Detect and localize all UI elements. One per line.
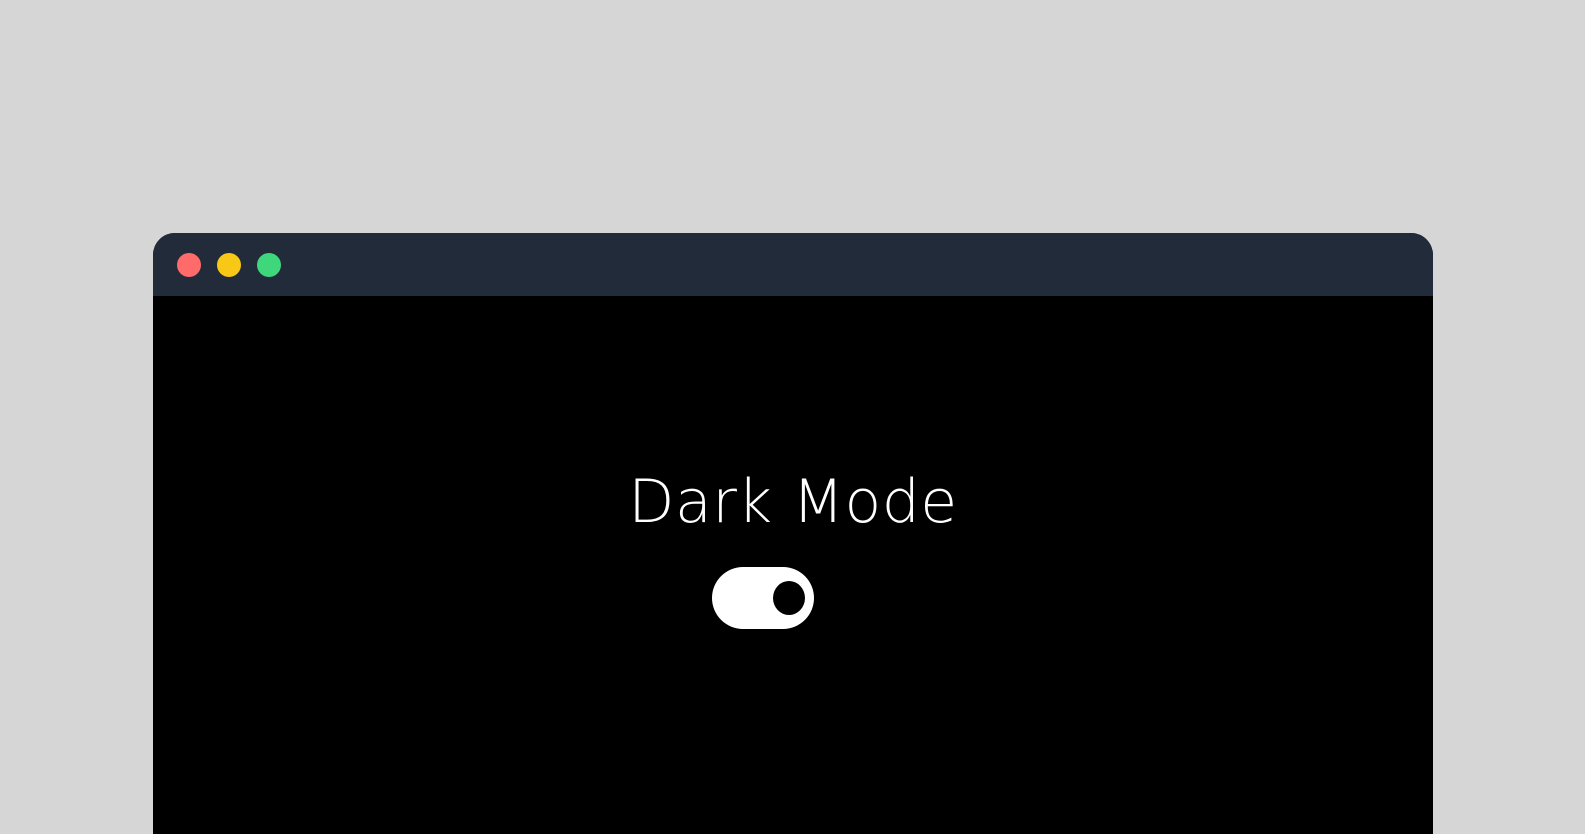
toggle-knob (773, 581, 805, 615)
window-content: Dark Mode (153, 296, 1433, 834)
dark-mode-toggle[interactable] (712, 567, 814, 629)
app-window: Dark Mode (153, 233, 1433, 834)
minimize-window-button[interactable] (217, 253, 241, 277)
close-window-button[interactable] (177, 253, 201, 277)
dark-mode-title: Dark Mode (628, 467, 958, 537)
maximize-window-button[interactable] (257, 253, 281, 277)
window-titlebar (153, 233, 1433, 296)
